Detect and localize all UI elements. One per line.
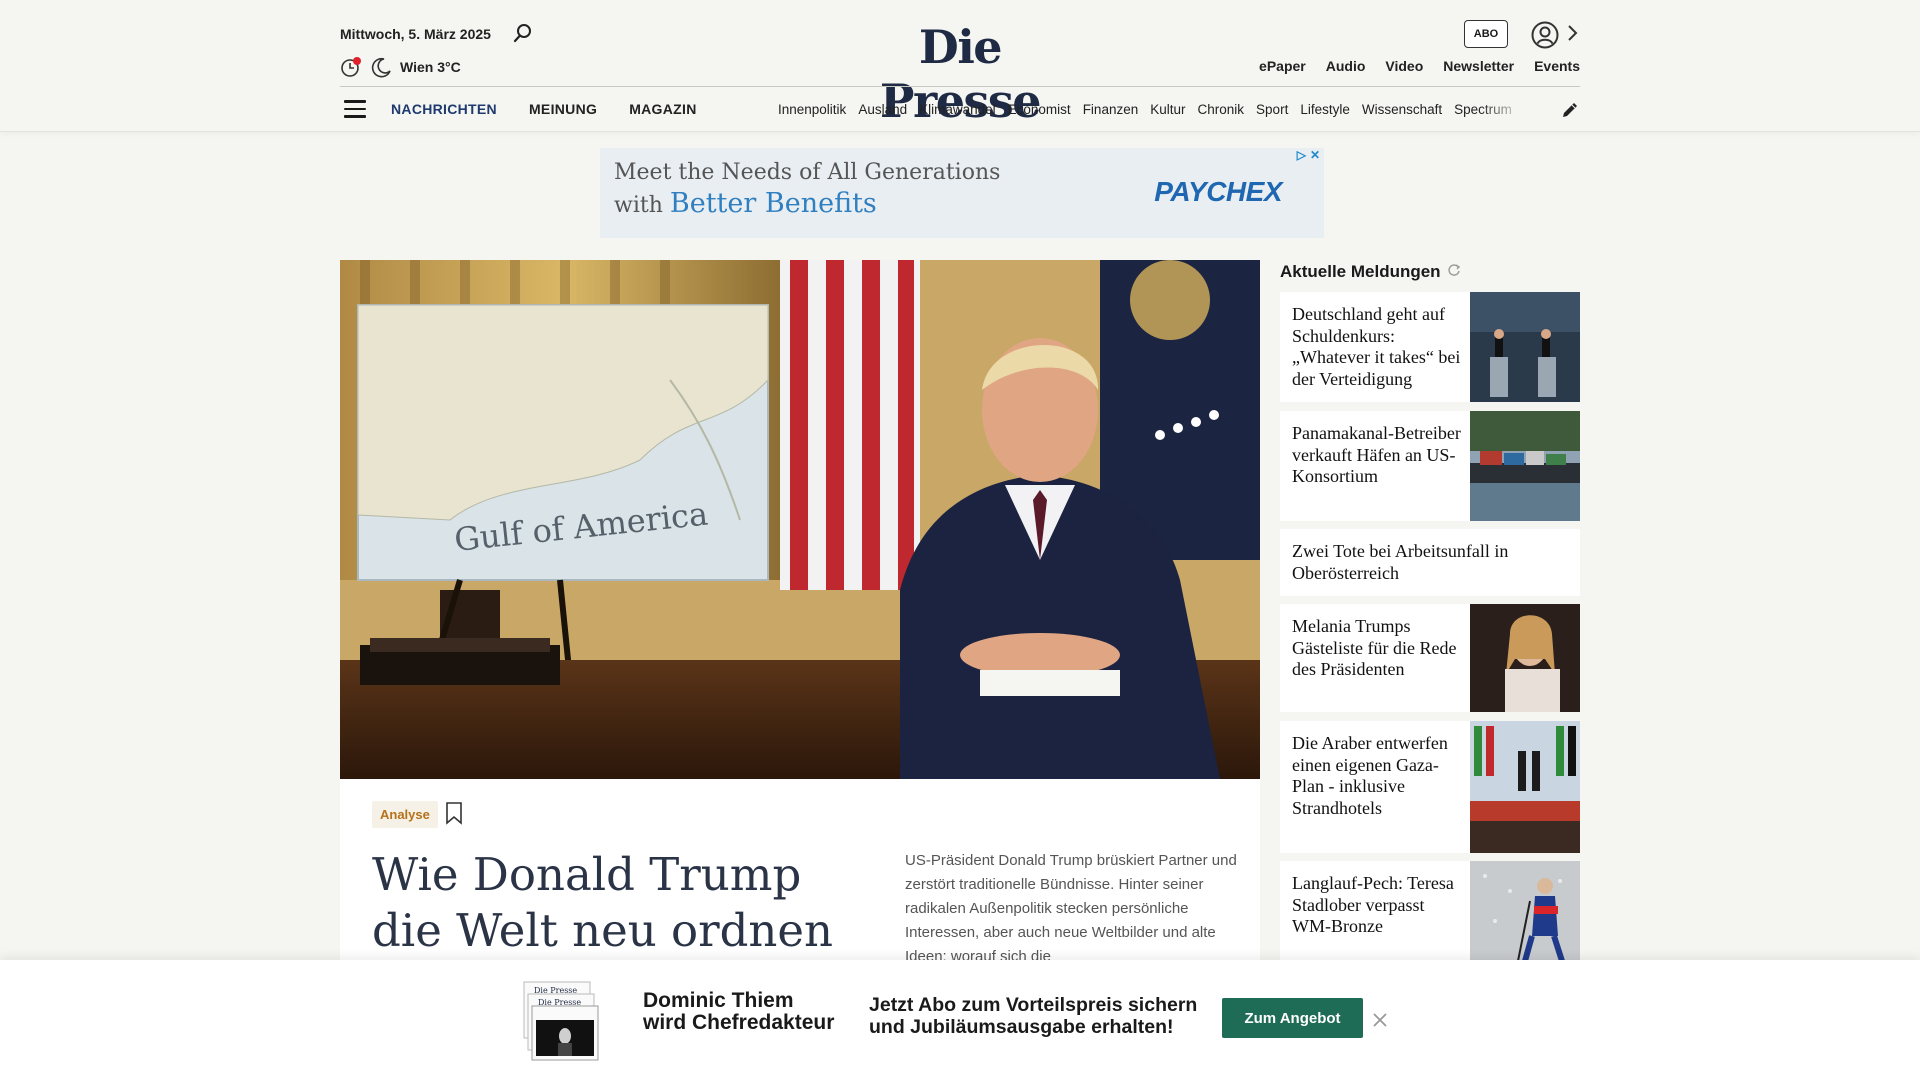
nav-divider	[340, 86, 1580, 87]
news-thumbnail	[1470, 861, 1580, 961]
news-thumbnail	[1470, 411, 1580, 521]
sidebar-title: Aktuelle Meldungen	[1280, 262, 1461, 282]
hamburger-menu-icon[interactable]	[344, 100, 366, 118]
ad-headline: Meet the Needs of All Generations	[614, 160, 1001, 185]
pencil-icon[interactable]	[1560, 100, 1580, 120]
news-title: Panamakanal-Betreiber verkauft Häfen an …	[1292, 423, 1461, 486]
current-date: Mittwoch, 5. März 2025	[340, 26, 491, 42]
section-ausland[interactable]: Ausland	[858, 102, 907, 117]
section-lifestyle[interactable]: Lifestyle	[1300, 102, 1350, 117]
news-thumbnail	[1470, 292, 1580, 402]
section-innenpolitik[interactable]: Innenpolitik	[778, 102, 846, 117]
news-item[interactable]: Zwei Tote bei Arbeitsunfall in Oberöster…	[1280, 529, 1580, 596]
link-events[interactable]: Events	[1534, 58, 1580, 74]
news-thumbnail	[1470, 604, 1580, 712]
nav-nachrichten[interactable]: NACHRICHTEN	[391, 101, 497, 117]
news-item[interactable]: Panamakanal-Betreiber verkauft Häfen an …	[1280, 411, 1580, 521]
news-title: Deutschland geht auf Schuldenkurs: „What…	[1292, 304, 1461, 389]
search-icon[interactable]	[512, 22, 534, 44]
ad-banner[interactable]: Meet the Needs of All Generations with B…	[600, 148, 1324, 238]
news-item[interactable]: Deutschland geht auf Schuldenkurs: „What…	[1280, 292, 1580, 402]
section-chronik[interactable]: Chronik	[1198, 102, 1245, 117]
ad-choices[interactable]: ▷ ✕	[1297, 148, 1320, 162]
nav-fade	[1480, 98, 1536, 122]
news-title: Melania Trumps Gästeliste für die Rede d…	[1292, 616, 1457, 679]
news-item[interactable]: Die Araber entwerfen einen eigenen Gaza-…	[1280, 721, 1580, 853]
news-thumbnail	[1470, 721, 1580, 853]
weather-text: Wien 3°C	[400, 59, 461, 75]
article-tag[interactable]: Analyse	[372, 801, 438, 828]
section-sport[interactable]: Sport	[1256, 102, 1288, 117]
link-video[interactable]: Video	[1385, 58, 1423, 74]
close-icon[interactable]	[1372, 1012, 1388, 1028]
section-klimawandel[interactable]: Klimawandel	[919, 102, 996, 117]
close-icon[interactable]: ✕	[1310, 148, 1320, 162]
moon-icon	[370, 56, 392, 78]
news-title: Die Araber entwerfen einen eigenen Gaza-…	[1292, 733, 1448, 818]
chevron-right-icon[interactable]	[1566, 22, 1580, 44]
news-title: Zwei Tote bei Arbeitsunfall in Oberöster…	[1292, 541, 1509, 583]
refresh-icon[interactable]	[1447, 262, 1461, 282]
news-title: Langlauf-Pech: Teresa Stadlober verpasst…	[1292, 873, 1454, 936]
section-economist[interactable]: Economist	[1008, 102, 1071, 117]
link-epaper[interactable]: ePaper	[1259, 58, 1306, 74]
nav-meinung[interactable]: MEINUNG	[529, 101, 597, 117]
promo-name: Dominic Thiem wird Chefredakteur	[643, 989, 835, 1034]
ad-highlight: Better Benefits	[669, 188, 877, 219]
notification-clock-icon[interactable]	[340, 56, 362, 78]
news-item[interactable]: Melania Trumps Gästeliste für die Rede d…	[1280, 604, 1580, 712]
section-kultur[interactable]: Kultur	[1150, 102, 1185, 117]
promo-offer: Jetzt Abo zum Vorteilspreis sichern und …	[869, 994, 1198, 1038]
link-newsletter[interactable]: Newsletter	[1443, 58, 1514, 74]
nav-magazin[interactable]: MAGAZIN	[629, 101, 696, 117]
subscription-promo-bar: Die Presse Die Presse Dominic Thiem wird…	[0, 960, 1920, 1080]
main-nav: NACHRICHTEN MEINUNG MAGAZIN	[391, 101, 697, 117]
weather-widget[interactable]: Wien 3°C	[340, 56, 461, 78]
newspaper-stack-image: Die Presse Die Presse	[522, 980, 602, 1062]
hero-teaser: US-Präsident Donald Trump brüskiert Part…	[905, 852, 1237, 965]
ad-play-icon[interactable]: ▷	[1297, 148, 1306, 162]
section-nav: Innenpolitik Ausland Klimawandel Economi…	[778, 102, 1538, 117]
zum-angebot-button[interactable]: Zum Angebot	[1222, 998, 1363, 1038]
hero-image[interactable]: Gulf of America	[340, 260, 1260, 779]
link-audio[interactable]: Audio	[1326, 58, 1366, 74]
site-header: Mittwoch, 5. März 2025 Wien 3°C Die Pres…	[0, 0, 1920, 132]
top-links: ePaper Audio Video Newsletter Events	[1259, 58, 1580, 74]
section-finanzen[interactable]: Finanzen	[1083, 102, 1139, 117]
bookmark-icon[interactable]	[444, 801, 464, 825]
ad-subline: with Better Benefits	[614, 188, 877, 219]
news-item[interactable]: Langlauf-Pech: Teresa Stadlober verpasst…	[1280, 861, 1580, 961]
ad-brand-logo: PAYCHEX	[1154, 176, 1282, 207]
user-account-icon[interactable]	[1530, 20, 1560, 50]
section-wissenschaft[interactable]: Wissenschaft	[1362, 102, 1442, 117]
abo-button[interactable]: ABO	[1464, 20, 1508, 48]
